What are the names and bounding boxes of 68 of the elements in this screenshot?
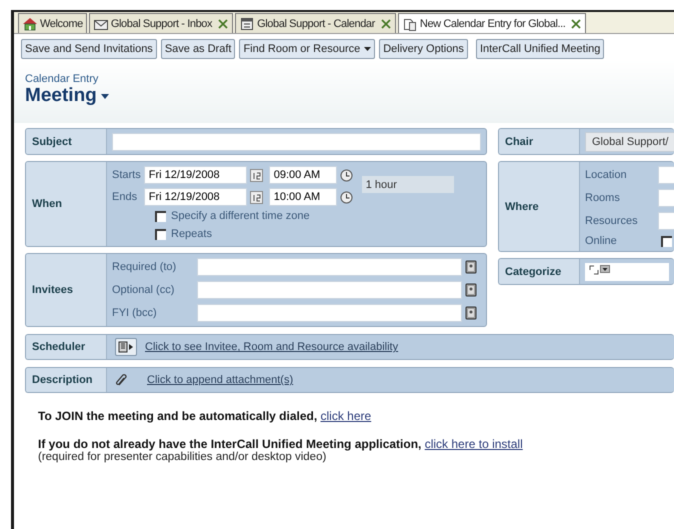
paperclip-icon	[115, 373, 129, 387]
duration-field: 1 hour	[362, 176, 454, 193]
field-label: When	[26, 162, 107, 246]
field-label: Required (to)	[112, 261, 178, 273]
checkbox[interactable]	[661, 236, 672, 246]
scheduler-button[interactable]	[115, 338, 137, 356]
toolbar-button[interactable]: Find Room or Resource	[239, 39, 376, 59]
field-label: Location	[585, 169, 628, 181]
address-book-icon[interactable]	[465, 306, 478, 320]
attachment-link[interactable]: Click to append attachment(s)	[147, 374, 294, 386]
field-label: Subject	[26, 129, 107, 154]
date-field[interactable]: Fri 12/19/2008	[144, 188, 247, 206]
form-caption: Calendar Entry	[25, 73, 100, 85]
field-label: Chair	[499, 129, 580, 154]
toolbar-button[interactable]: Save as Draft	[160, 39, 236, 59]
clock-icon	[340, 190, 353, 204]
field-label: Rooms	[585, 192, 621, 204]
address-book-icon[interactable]	[465, 260, 478, 274]
address-field[interactable]	[197, 258, 462, 276]
clock-icon	[340, 168, 353, 182]
instruction-text: If you do not already have the InterCall Unified Meeting application, click here to install	[38, 437, 524, 451]
subject-field[interactable]	[112, 132, 481, 150]
field-label: Scheduler	[26, 335, 107, 359]
toolbar-button[interactable]: Delivery Options	[379, 39, 468, 59]
field-label: Where	[499, 162, 580, 251]
calendar-icon	[250, 190, 263, 204]
field-label: Starts	[112, 169, 141, 181]
toolbar-button[interactable]: InterCall Unified Meeting	[476, 39, 604, 59]
chair-field: Global Support/	[585, 132, 674, 152]
field-label: Description	[26, 368, 107, 392]
house-icon	[22, 16, 38, 32]
close-icon[interactable]	[217, 18, 230, 30]
tab[interactable]: Welcome	[18, 13, 87, 33]
dropdown-icon	[600, 264, 610, 272]
calendar-icon	[250, 168, 263, 182]
field-label: FYI (bcc)	[112, 307, 158, 319]
address-book-icon[interactable]	[465, 283, 478, 297]
tab[interactable]: Global Support - Calendar	[235, 13, 396, 33]
toolbar-button[interactable]: Save and Send Invitations	[21, 39, 157, 59]
address-field[interactable]	[197, 281, 462, 299]
field-label: Optional (cc)	[112, 284, 176, 296]
scheduler-link[interactable]: Click to see Invitee, Room and Resource availability	[145, 341, 398, 353]
time-field[interactable]: 09:00 AM	[268, 166, 337, 184]
address-field[interactable]	[197, 304, 462, 322]
link[interactable]: click here	[320, 409, 372, 423]
tab[interactable]: Global Support - Inbox	[88, 13, 234, 33]
caret-icon	[100, 94, 109, 98]
field-label: Invitees	[26, 254, 107, 326]
corner-icon	[589, 264, 599, 274]
checkbox[interactable]	[155, 228, 166, 240]
field-label: Categorize	[499, 259, 580, 284]
time-field[interactable]: 10:00 AM	[268, 188, 337, 206]
calendar-icon	[239, 16, 256, 32]
date-field[interactable]: Fri 12/19/2008	[144, 166, 247, 184]
note-text: (required for presenter capabilities and/or desktop video)	[38, 451, 328, 463]
checkbox[interactable]	[155, 210, 166, 222]
form-title: Meeting	[25, 85, 97, 107]
link[interactable]: click here to install	[424, 437, 523, 451]
checkbox-label: Repeats	[171, 228, 212, 240]
tab[interactable]: New Calendar Entry for Global...	[398, 13, 586, 33]
close-icon[interactable]	[570, 18, 582, 30]
instruction-text: To JOIN the meeting and be automatically dialed, click here	[38, 409, 372, 423]
checkbox-label: Specify a different time zone	[171, 210, 310, 222]
category-picker[interactable]	[585, 262, 669, 280]
field-label: Online	[585, 235, 618, 247]
close-icon[interactable]	[380, 18, 392, 30]
field-label: Resources	[585, 215, 639, 227]
field-label: Ends	[112, 191, 138, 203]
